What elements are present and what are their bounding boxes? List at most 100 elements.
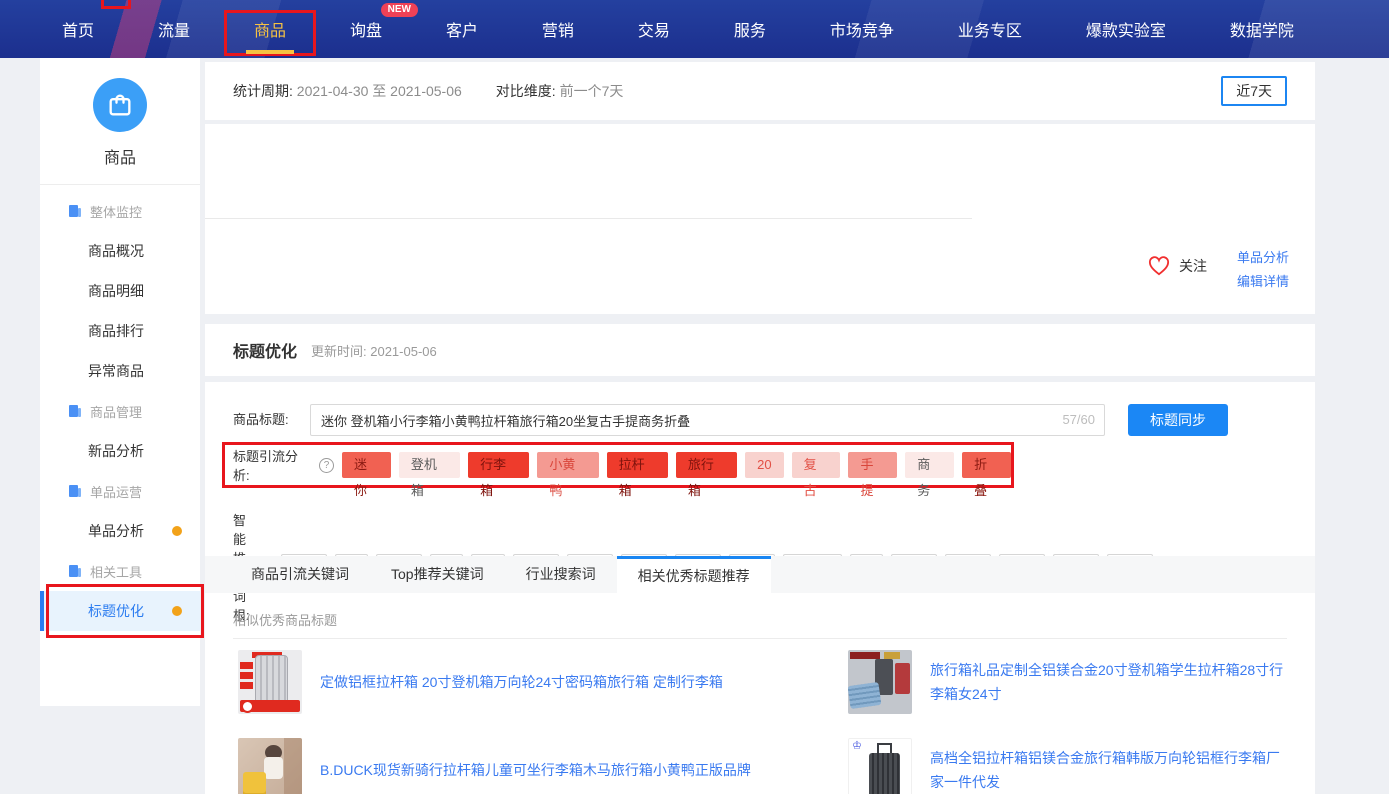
- item-label: 商品概况: [88, 241, 144, 261]
- traffic-tag[interactable]: 20: [745, 452, 783, 478]
- product-thumbnail[interactable]: [238, 650, 302, 714]
- group-label: 相关工具: [90, 562, 142, 581]
- annotation-box-traffic-analysis: 标题引流分析: ? 迷你 登机箱 行李箱 小黄鸭 拉杆箱 旅行箱 20 复古 手…: [222, 442, 1014, 488]
- tab-product-traffic-keywords[interactable]: 商品引流关键词: [230, 556, 370, 593]
- nav-label: 客户: [446, 17, 478, 41]
- title-sync-button[interactable]: 标题同步: [1128, 404, 1228, 436]
- nav-label: 服务: [734, 17, 766, 41]
- compare-dimension-label: 对比维度:: [496, 81, 556, 101]
- edit-details-link[interactable]: 编辑详情: [1237, 270, 1289, 294]
- product-grid: 定做铝框拉杆箱 20寸登机箱万向轮24寸密码箱旅行箱 定制行李箱 旅行箱礼品定制…: [238, 650, 1290, 794]
- nav-item-trade[interactable]: 交易: [638, 0, 670, 58]
- item-label: 商品排行: [88, 321, 144, 341]
- item-label: 标题优化: [88, 601, 144, 621]
- nav-label: 首页: [62, 17, 94, 41]
- traffic-tag[interactable]: 拉杆箱: [607, 452, 668, 478]
- product-thumbnail[interactable]: ♔: [848, 738, 912, 794]
- report-icon: [68, 484, 82, 498]
- item-label: 商品明细: [88, 281, 144, 301]
- help-icon[interactable]: ?: [319, 458, 334, 473]
- sidebar-group-product-management: 商品管理: [40, 391, 200, 431]
- sidebar-item-product-overview[interactable]: 商品概况: [40, 231, 200, 271]
- similar-titles-header: 相似优秀商品标题: [233, 610, 337, 629]
- product-title-input[interactable]: [310, 404, 1105, 436]
- follow-button[interactable]: 关注: [1148, 256, 1207, 276]
- thumb-art: [243, 772, 266, 794]
- tab-industry-search-terms[interactable]: 行业搜索词: [505, 556, 617, 593]
- traffic-tag[interactable]: 复古: [792, 452, 841, 478]
- nav-label: 流量: [158, 17, 190, 41]
- product-title-link[interactable]: 旅行箱礼品定制全铝镁合金20寸登机箱学生拉杆箱28寸行李箱女24寸: [930, 658, 1290, 706]
- report-icon: [68, 204, 82, 218]
- thumb-art: [240, 682, 253, 689]
- item-label: 新品分析: [88, 441, 144, 461]
- nav-item-data-academy[interactable]: 数据学院: [1230, 0, 1294, 58]
- keyword-tabbar: 商品引流关键词 Top推荐关键词 行业搜索词 相关优秀标题推荐: [205, 556, 1315, 593]
- nav-item-business-zone[interactable]: 业务专区: [958, 0, 1022, 58]
- product-thumbnail[interactable]: [848, 650, 912, 714]
- thumb-art: [255, 655, 288, 705]
- thumb-art: [850, 652, 880, 659]
- sidebar-item-product-details[interactable]: 商品明细: [40, 271, 200, 311]
- follow-label: 关注: [1179, 256, 1207, 276]
- sidebar-item-abnormal-products[interactable]: 异常商品: [40, 351, 200, 391]
- thumb-art: [895, 663, 910, 694]
- nav-item-market-competition[interactable]: 市场竞争: [830, 0, 894, 58]
- nav-label: 营销: [542, 17, 574, 41]
- product-title-link[interactable]: B.DUCK现货新骑行拉杆箱儿童可坐行李箱木马旅行箱小黄鸭正版品牌: [320, 758, 751, 782]
- nav-item-products[interactable]: 商品: [254, 0, 286, 58]
- nav-item-services[interactable]: 服务: [734, 0, 766, 58]
- notification-dot: [172, 606, 182, 616]
- annotation-fragment: [101, 0, 131, 9]
- title-optimization-header-card: 标题优化 更新时间: 2021-05-06: [205, 324, 1315, 376]
- thumb-art: [884, 652, 900, 659]
- traffic-analysis-label: 标题引流分析:: [233, 446, 311, 484]
- stat-period-value: 2021-04-30 至 2021-05-06: [297, 81, 462, 101]
- group-label: 整体监控: [90, 202, 142, 221]
- sidebar-item-product-ranking[interactable]: 商品排行: [40, 311, 200, 351]
- nav-item-traffic[interactable]: 流量: [158, 0, 190, 58]
- product-thumbnail[interactable]: [238, 738, 302, 794]
- divider: [233, 638, 1287, 639]
- traffic-tag[interactable]: 迷你: [342, 452, 391, 478]
- traffic-tag[interactable]: 折叠: [962, 452, 1011, 478]
- nav-item-home[interactable]: 首页: [62, 0, 94, 58]
- report-icon: [68, 404, 82, 418]
- traffic-tag[interactable]: 手提: [848, 452, 897, 478]
- char-counter: 57/60: [1062, 404, 1095, 436]
- product-title-link[interactable]: 定做铝框拉杆箱 20寸登机箱万向轮24寸密码箱旅行箱 定制行李箱: [320, 670, 723, 694]
- traffic-tag[interactable]: 商务: [905, 452, 954, 478]
- sidebar-item-title-optimization[interactable]: 标题优化: [40, 591, 200, 631]
- single-item-analysis-link[interactable]: 单品分析: [1237, 246, 1289, 270]
- sidebar-item-single-item-analysis[interactable]: 单品分析: [40, 511, 200, 551]
- sidebar-item-new-product-analysis[interactable]: 新品分析: [40, 431, 200, 471]
- item-label: 异常商品: [88, 361, 144, 381]
- section-title: 标题优化: [233, 338, 297, 362]
- update-time: 更新时间: 2021-05-06: [311, 341, 437, 360]
- traffic-tag[interactable]: 行李箱: [468, 452, 529, 478]
- heart-icon: [1148, 256, 1170, 276]
- sidebar-title: 商品: [40, 144, 200, 168]
- traffic-tag[interactable]: 小黄鸭: [537, 452, 598, 478]
- item-info-card: 关注 单品分析 编辑详情: [205, 124, 1315, 314]
- brand-logo-icon: ♔: [852, 739, 862, 752]
- nav-label: 爆款实验室: [1086, 17, 1166, 41]
- nav-item-inquiries[interactable]: 询盘 NEW: [350, 0, 382, 58]
- title-optimization-main-card: 商品标题: 57/60 标题同步 标题引流分析: ? 迷你 登机箱 行李箱 小黄…: [205, 382, 1315, 794]
- product-title-link[interactable]: 高档全铝拉杆箱铝镁合金旅行箱韩版万向轮铝框行李箱厂家一件代发: [930, 746, 1290, 794]
- tab-excellent-title-recommend[interactable]: 相关优秀标题推荐: [617, 556, 771, 593]
- thumb-art: [869, 753, 900, 794]
- nav-item-customers[interactable]: 客户: [446, 0, 478, 58]
- tab-top-recommend-keywords[interactable]: Top推荐关键词: [370, 556, 505, 593]
- traffic-tag[interactable]: 登机箱: [399, 452, 460, 478]
- date-range-button[interactable]: 近7天: [1221, 76, 1287, 106]
- nav-item-marketing[interactable]: 营销: [542, 0, 574, 58]
- nav-item-hot-product-lab[interactable]: 爆款实验室: [1086, 0, 1166, 58]
- traffic-tag[interactable]: 旅行箱: [676, 452, 737, 478]
- divider: [40, 184, 200, 185]
- top-navigation: 首页 流量 商品 询盘 NEW 客户 营销 交易 服务 市场竞争 业务专区 爆款…: [0, 0, 1389, 58]
- list-item: B.DUCK现货新骑行拉杆箱儿童可坐行李箱木马旅行箱小黄鸭正版品牌: [238, 738, 783, 794]
- item-label: 单品分析: [88, 521, 144, 541]
- nav-label: 询盘: [350, 17, 382, 41]
- list-item: ♔ 高档全铝拉杆箱铝镁合金旅行箱韩版万向轮铝框行李箱厂家一件代发: [848, 738, 1290, 794]
